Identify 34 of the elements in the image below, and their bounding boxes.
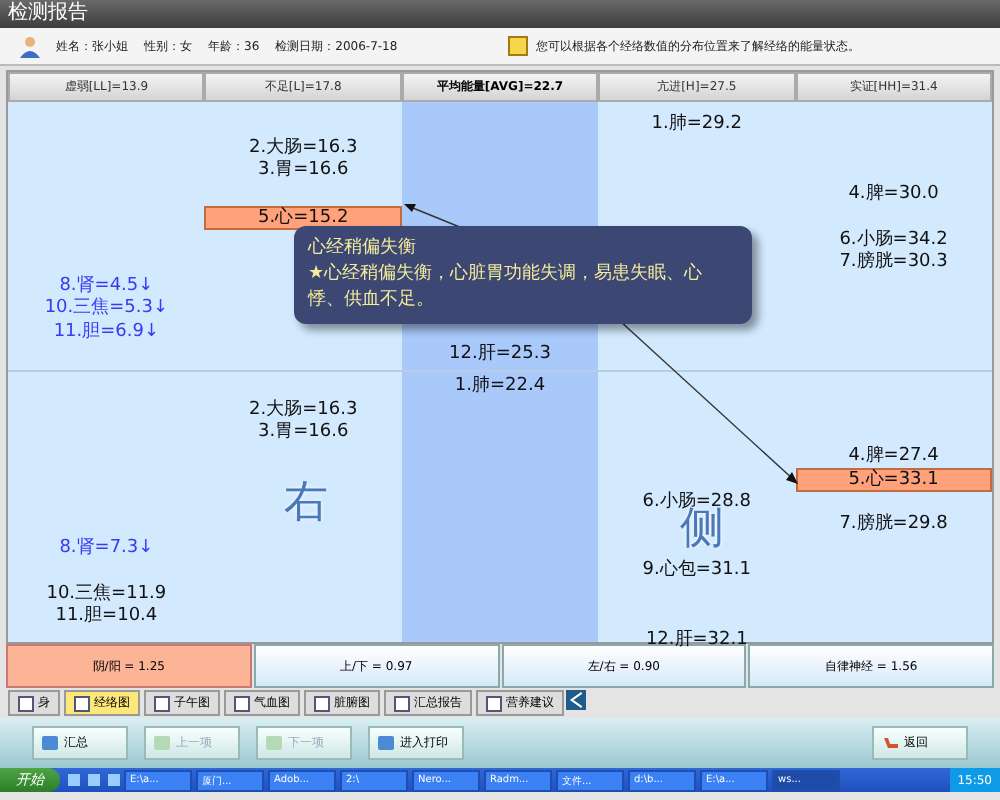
meridian-reading[interactable]: 11.胆=6.9↓	[8, 321, 205, 344]
meridian-reading[interactable]: 2.大肠=16.3	[204, 137, 402, 160]
meridian-reading[interactable]: 3.胃=16.6	[204, 160, 402, 183]
meridian-reading[interactable]: 7.膀胱=30.3	[795, 252, 992, 275]
chevron-icon	[566, 690, 586, 710]
meridian-reading[interactable]: 8.肾=7.3↓	[8, 537, 205, 560]
person-icon	[20, 35, 40, 57]
tooltip-text: ★心经稍偏失衡，心脏胃功能失调，易患失眠、心悸、供血不足。	[308, 262, 705, 314]
tooltip-title: 心经稍偏失衡	[308, 236, 418, 262]
meridian-reading[interactable]: 1.肺=22.4	[401, 376, 599, 399]
side-character: 侧	[680, 508, 724, 552]
button-icon	[378, 736, 394, 750]
meridian-reading[interactable]: 4.脾=30.0	[795, 183, 992, 206]
meridian-reading[interactable]: 7.膀胱=29.8	[795, 514, 992, 537]
button-icon	[42, 736, 58, 750]
meridian-reading[interactable]: 11.胆=10.4	[8, 606, 205, 629]
meridian-reading[interactable]: 1.肺=29.2	[598, 114, 796, 137]
note-icon	[508, 36, 528, 56]
side-character: 右	[284, 482, 328, 526]
meridian-reading[interactable]: 5.心=33.1	[795, 468, 992, 491]
meridian-reading[interactable]: 9.心包=31.1	[598, 560, 796, 583]
meridian-reading[interactable]: 3.胃=16.6	[204, 422, 402, 445]
meridian-reading[interactable]: 6.小肠=34.2	[795, 229, 992, 252]
back-icon	[882, 736, 898, 750]
meridian-reading[interactable]: 10.三焦=5.3↓	[8, 298, 205, 321]
meridian-reading[interactable]: 8.肾=4.5↓	[8, 275, 205, 298]
window-title: 检测报告	[0, 0, 1000, 28]
meridian-reading[interactable]: 10.三焦=11.9	[8, 583, 205, 606]
meridian-reading[interactable]: 5.心=15.2	[204, 206, 402, 229]
button-icon	[154, 736, 170, 750]
button-icon	[266, 736, 282, 750]
meridian-reading[interactable]: 2.大肠=16.3	[204, 399, 402, 422]
meridian-reading[interactable]: 12.肝=25.3	[401, 344, 599, 367]
meridian-reading[interactable]: 4.脾=27.4	[795, 445, 992, 468]
